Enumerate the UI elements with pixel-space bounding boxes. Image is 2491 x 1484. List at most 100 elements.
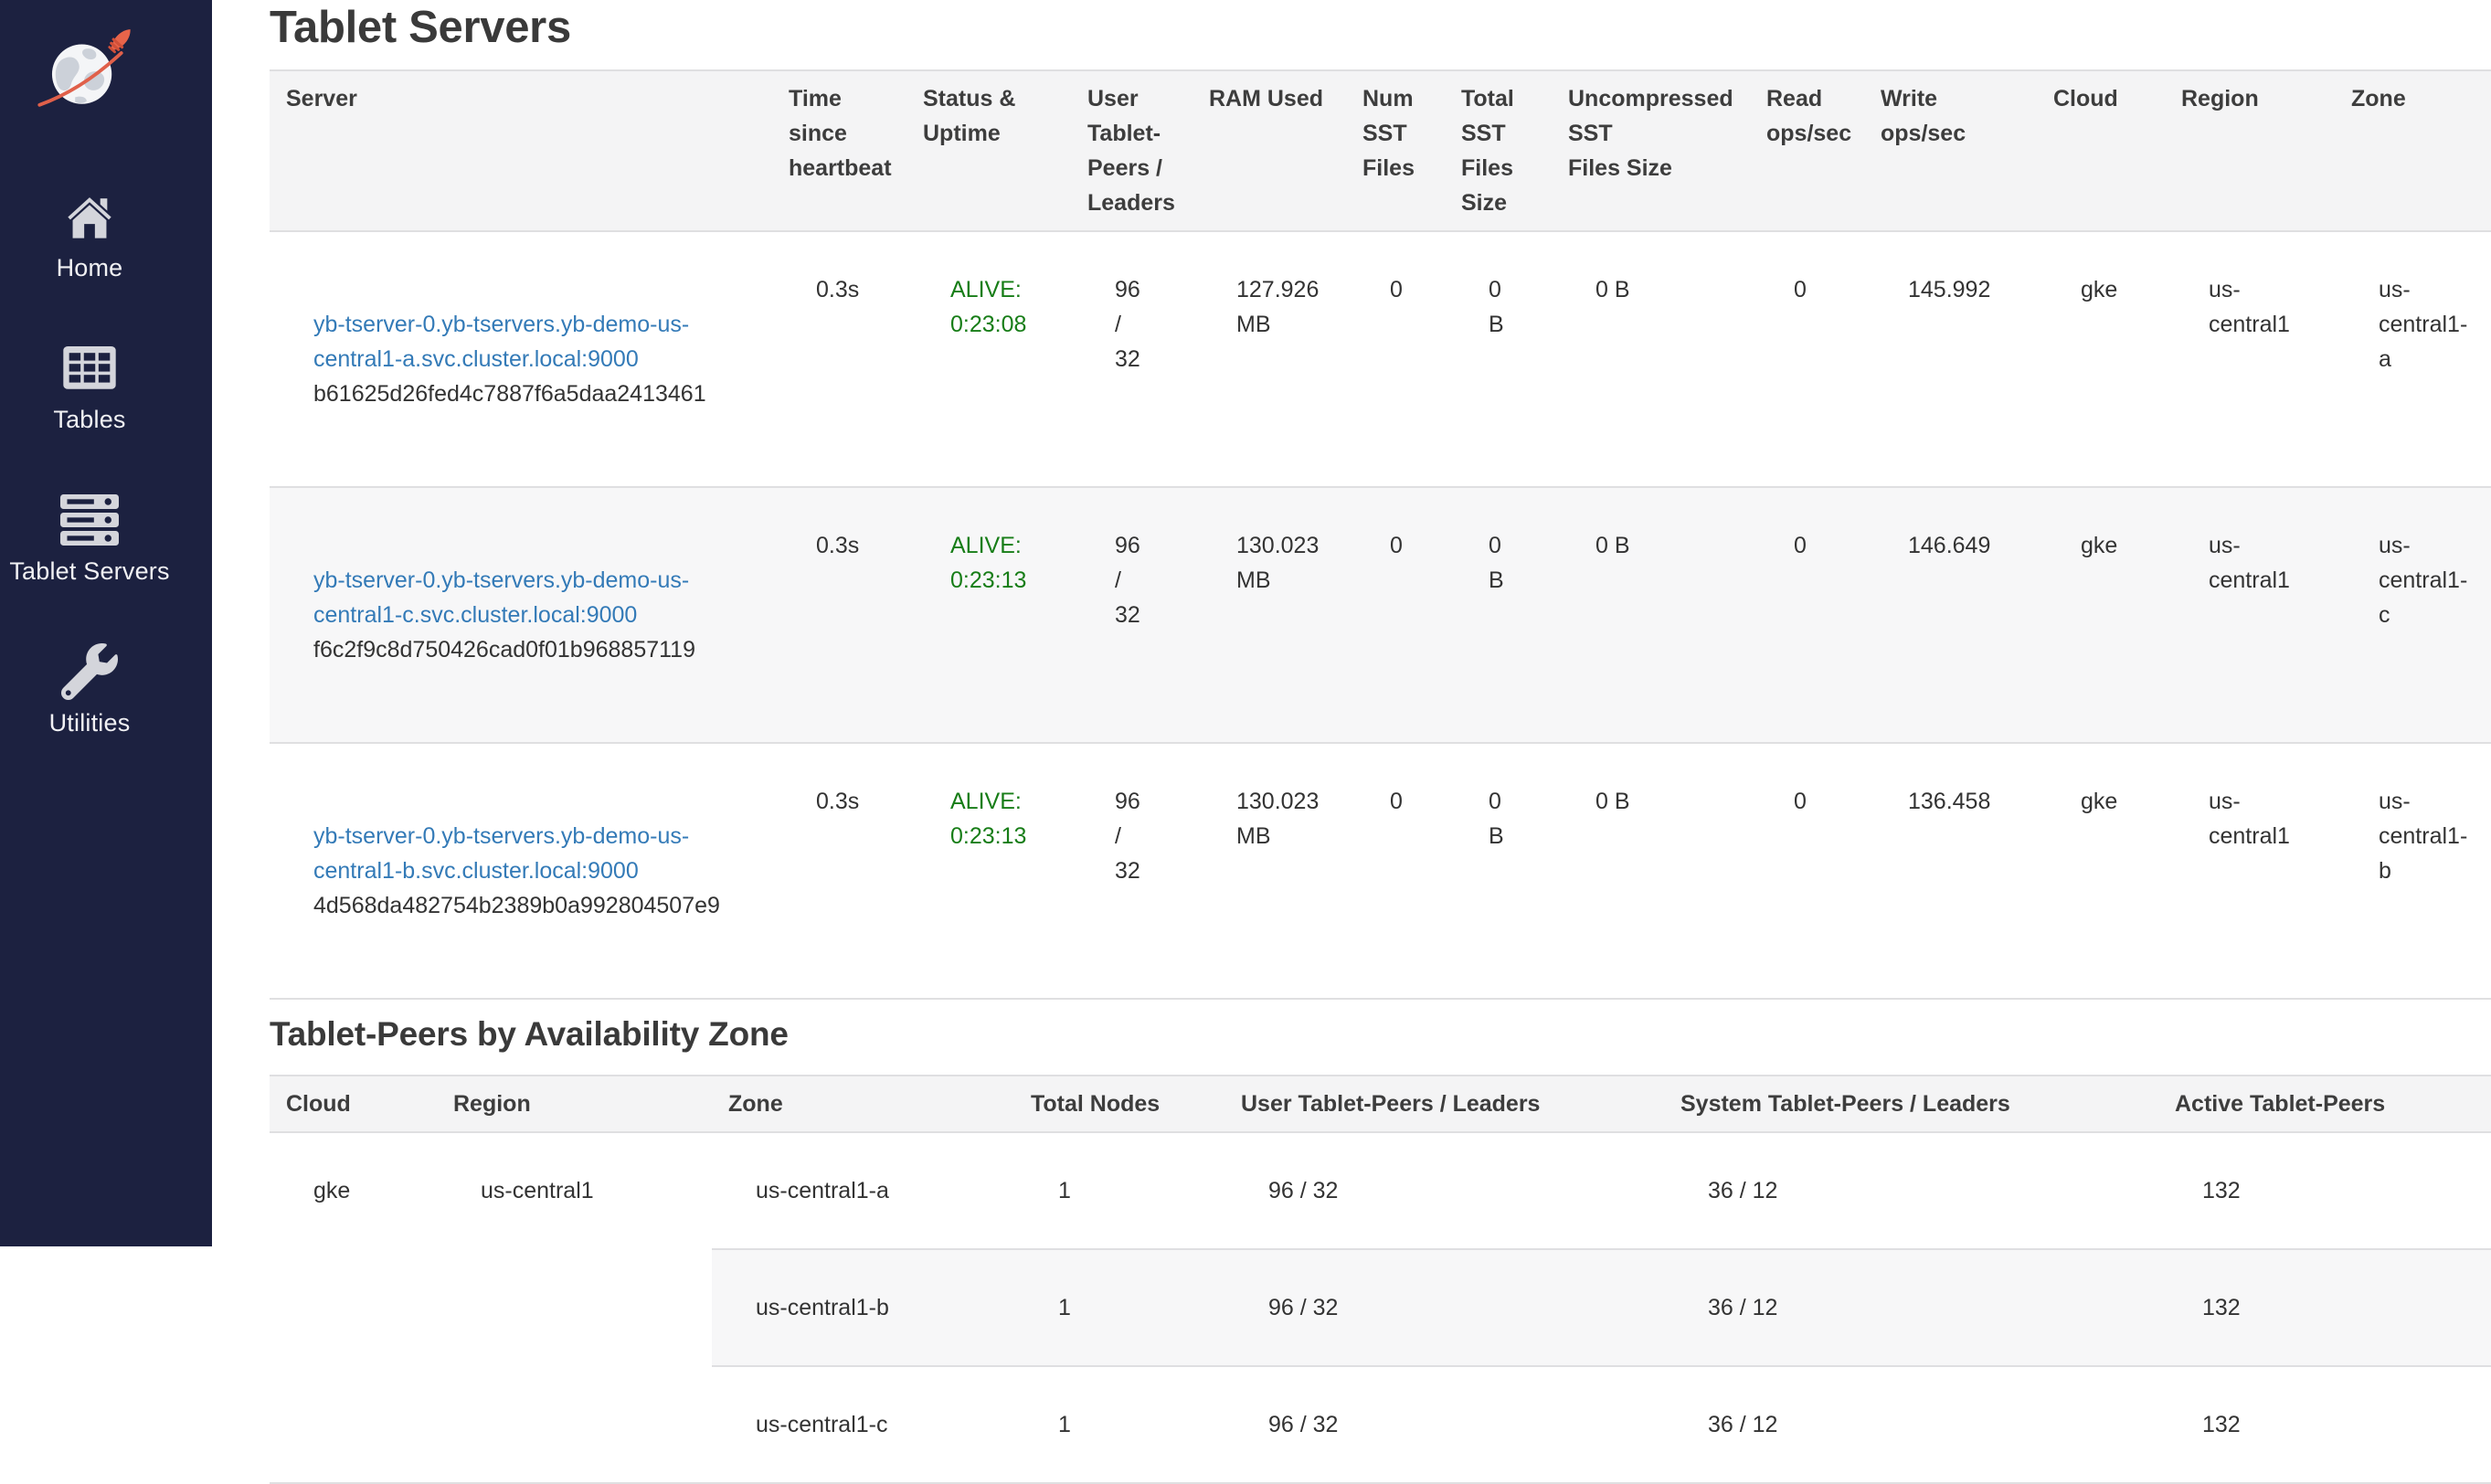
total-nodes-cell: 1 — [1014, 1249, 1224, 1366]
server-cell: yb-tserver-0.yb-tservers.yb-demo-us- cen… — [270, 231, 772, 487]
num-sst-files-cell: 0 — [1346, 743, 1445, 999]
cloud-cell: gke — [2037, 487, 2165, 743]
column-header-status-uptime: Status & Uptime — [906, 70, 1071, 231]
column-header-region: Region — [437, 1076, 712, 1132]
server-link[interactable]: yb-tserver-0.yb-tservers.yb-demo-us- cen… — [313, 312, 689, 372]
yugabytedb-logo[interactable] — [0, 16, 179, 108]
column-header-time-since-heartbeat: Time since heartbeat — [772, 70, 906, 231]
section-title-tablet-peers-by-az: Tablet-Peers by Availability Zone — [270, 1014, 2491, 1055]
heartbeat-cell: 0.3s — [772, 231, 906, 487]
column-header-zone: Zone — [2335, 70, 2491, 231]
system-tablet-peers-cell: 36 / 12 — [1664, 1366, 2158, 1483]
active-tablet-peers-cell: 132 — [2158, 1366, 2491, 1483]
table-row: yb-tserver-0.yb-tservers.yb-demo-us- cen… — [270, 231, 2491, 487]
server-link[interactable]: yb-tserver-0.yb-tservers.yb-demo-us- cen… — [313, 823, 689, 884]
region-cell: us- central1 — [2165, 743, 2335, 999]
column-header-active-tablet-peers: Active Tablet-Peers — [2158, 1076, 2491, 1132]
status-cell: ALIVE: 0:23:13 — [906, 487, 1071, 743]
uncompressed-sst-size-cell: 0 B — [1552, 743, 1750, 999]
heartbeat-cell: 0.3s — [772, 487, 906, 743]
tablet-peers-by-az-table: Cloud Region Zone Total Nodes User Table… — [270, 1075, 2491, 1484]
tablet-servers-icon — [59, 493, 120, 546]
column-header-zone: Zone — [712, 1076, 1014, 1132]
column-header-user-tablet-peers: User Tablet-Peers / Leaders — [1224, 1076, 1664, 1132]
system-tablet-peers-cell: 36 / 12 — [1664, 1132, 2158, 1249]
server-uuid: 4d568da482754b2389b0a992804507e9 — [313, 888, 763, 923]
sidebar-item-label: Tables — [53, 404, 125, 435]
page-title: Tablet Servers — [270, 2, 2491, 53]
read-ops-cell: 0 — [1750, 743, 1864, 999]
column-header-read-ops: Read ops/sec — [1750, 70, 1864, 231]
ram-used-cell: 127.926 MB — [1192, 231, 1346, 487]
column-header-system-tablet-peers: System Tablet-Peers / Leaders — [1664, 1076, 2158, 1132]
table-row: yb-tserver-0.yb-tservers.yb-demo-us- cen… — [270, 487, 2491, 743]
zone-cell: us- central1- b — [2335, 743, 2491, 999]
tablet-servers-table: Server Time since heartbeat Status & Upt… — [270, 69, 2491, 1000]
uncompressed-sst-size-cell: 0 B — [1552, 487, 1750, 743]
server-uuid: b61625d26fed4c7887f6a5daa2413461 — [313, 376, 763, 411]
ram-used-cell: 130.023 MB — [1192, 487, 1346, 743]
user-tablet-peers-cell: 96 / 32 — [1071, 743, 1192, 999]
app-window: Home — [0, 0, 2491, 1246]
server-link[interactable]: yb-tserver-0.yb-tservers.yb-demo-us- cen… — [313, 567, 689, 628]
column-header-server: Server — [270, 70, 772, 231]
user-tablet-peers-cell: 96 / 32 — [1224, 1366, 1664, 1483]
status-cell: ALIVE: 0:23:13 — [906, 743, 1071, 999]
user-tablet-peers-cell: 96 / 32 — [1224, 1249, 1664, 1366]
active-tablet-peers-cell: 132 — [2158, 1249, 2491, 1366]
table-row: yb-tserver-0.yb-tservers.yb-demo-us- cen… — [270, 743, 2491, 999]
user-tablet-peers-cell: 96 / 32 — [1224, 1132, 1664, 1249]
column-header-cloud: Cloud — [270, 1076, 437, 1132]
az-header-row: Cloud Region Zone Total Nodes User Table… — [270, 1076, 2491, 1132]
zone-cell: us- central1- a — [2335, 231, 2491, 487]
planet-rocket-logo-icon — [36, 16, 143, 108]
column-header-write-ops: Write ops/sec — [1864, 70, 2037, 231]
ram-used-cell: 130.023 MB — [1192, 743, 1346, 999]
num-sst-files-cell: 0 — [1346, 231, 1445, 487]
column-header-uncompressed-sst-size: Uncompressed SST Files Size — [1552, 70, 1750, 231]
table-row: gke us-central1 us-central1-a 1 96 / 32 … — [270, 1132, 2491, 1249]
sidebar-item-tablet-servers[interactable]: Tablet Servers — [0, 493, 179, 587]
region-cell: us-central1 — [437, 1132, 712, 1483]
server-cell: yb-tserver-0.yb-tservers.yb-demo-us- cen… — [270, 743, 772, 999]
uncompressed-sst-size-cell: 0 B — [1552, 231, 1750, 487]
cloud-cell: gke — [2037, 743, 2165, 999]
total-nodes-cell: 1 — [1014, 1366, 1224, 1483]
region-cell: us- central1 — [2165, 231, 2335, 487]
sidebar-item-label: Home — [57, 252, 123, 283]
zone-cell: us-central1-b — [712, 1249, 1014, 1366]
sidebar-item-tables[interactable]: Tables — [0, 342, 179, 435]
total-sst-size-cell: 0 B — [1445, 231, 1552, 487]
sidebar-nav: Home — [0, 190, 179, 738]
write-ops-cell: 136.458 — [1864, 743, 2037, 999]
column-header-region: Region — [2165, 70, 2335, 231]
zone-cell: us-central1-a — [712, 1132, 1014, 1249]
total-nodes-cell: 1 — [1014, 1132, 1224, 1249]
utilities-icon — [61, 645, 118, 698]
user-tablet-peers-cell: 96 / 32 — [1071, 231, 1192, 487]
system-tablet-peers-cell: 36 / 12 — [1664, 1249, 2158, 1366]
total-sst-size-cell: 0 B — [1445, 743, 1552, 999]
read-ops-cell: 0 — [1750, 231, 1864, 487]
column-header-total-sst-size: Total SST Files Size — [1445, 70, 1552, 231]
cloud-cell: gke — [2037, 231, 2165, 487]
home-icon — [65, 190, 114, 243]
column-header-cloud: Cloud — [2037, 70, 2165, 231]
tables-icon — [63, 342, 116, 395]
status-cell: ALIVE: 0:23:08 — [906, 231, 1071, 487]
tablet-servers-header-row: Server Time since heartbeat Status & Upt… — [270, 70, 2491, 231]
heartbeat-cell: 0.3s — [772, 743, 906, 999]
sidebar-item-utilities[interactable]: Utilities — [0, 645, 179, 738]
column-header-ram-used: RAM Used — [1192, 70, 1346, 231]
sidebar-item-label: Utilities — [49, 707, 131, 738]
write-ops-cell: 145.992 — [1864, 231, 2037, 487]
sidebar-item-home[interactable]: Home — [0, 190, 179, 283]
column-header-user-tablet-peers: User Tablet- Peers / Leaders — [1071, 70, 1192, 231]
sidebar-item-label: Tablet Servers — [9, 556, 169, 587]
cloud-cell: gke — [270, 1132, 437, 1483]
column-header-total-nodes: Total Nodes — [1014, 1076, 1224, 1132]
write-ops-cell: 146.649 — [1864, 487, 2037, 743]
total-sst-size-cell: 0 B — [1445, 487, 1552, 743]
region-cell: us- central1 — [2165, 487, 2335, 743]
active-tablet-peers-cell: 132 — [2158, 1132, 2491, 1249]
